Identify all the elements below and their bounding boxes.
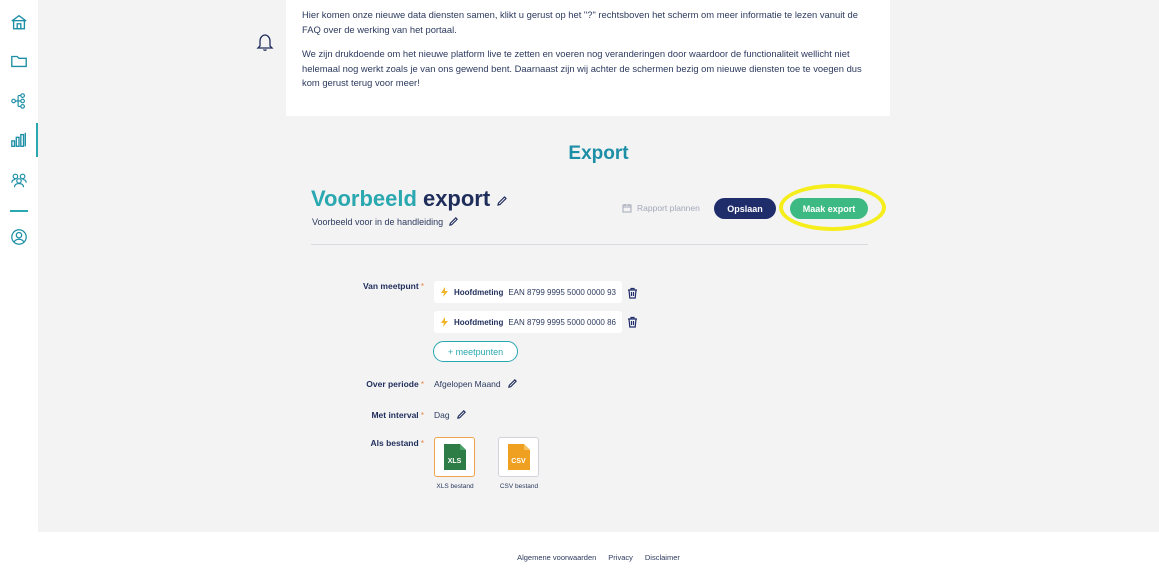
bell-icon[interactable] [256, 32, 274, 52]
periode-value: Afgelopen Maand [434, 378, 501, 389]
notice-panel: Hier komen onze nieuwe data diensten sam… [286, 0, 890, 116]
meetpunt-row: Hoofdmeting EAN 8799 9995 5000 0000 93 [434, 281, 622, 303]
xls-file-icon: XLS [443, 444, 466, 470]
required-marker: * [420, 410, 424, 420]
profile-icon[interactable] [9, 227, 29, 247]
xls-file-option[interactable]: XLS [434, 437, 475, 477]
export-subtitle: Voorbeeld voor in de handleiding [312, 216, 444, 227]
periode-value-row: Afgelopen Maand [434, 378, 518, 389]
make-export-button[interactable]: Maak export [790, 198, 868, 219]
schedule-report-label: Rapport plannen [637, 203, 700, 213]
meetpunt-ean: EAN 8799 9995 5000 0000 86 [508, 317, 616, 327]
edit-periode-pencil-icon[interactable] [507, 378, 518, 389]
main-content: Hier komen onze nieuwe data diensten sam… [38, 0, 1159, 532]
bar-chart-icon[interactable] [9, 130, 29, 150]
add-meetpunten-button[interactable]: + meetpunten [433, 341, 518, 362]
export-subtitle-row: Voorbeeld voor in de handleiding [312, 216, 459, 227]
save-button[interactable]: Opslaan [714, 198, 776, 219]
footer: Algemene voorwaarden Privacy Disclaimer [0, 553, 1159, 562]
interval-value: Dag [434, 409, 450, 420]
required-marker: * [420, 281, 424, 291]
calendar-icon [622, 204, 632, 213]
bestand-label-text: Als bestand [370, 438, 419, 448]
footer-link-terms[interactable]: Algemene voorwaarden [517, 553, 596, 562]
meetpunt-ean: EAN 8799 9995 5000 0000 93 [508, 287, 616, 297]
folder-icon[interactable] [9, 51, 29, 71]
meetpunt-label: Van meetpunt * [294, 281, 424, 291]
lightning-icon [441, 317, 448, 327]
required-marker: * [420, 438, 424, 448]
footer-link-privacy[interactable]: Privacy [608, 553, 633, 562]
lightning-icon [441, 287, 448, 297]
schedule-report-link[interactable]: Rapport plannen [622, 203, 700, 213]
page-title: Export [568, 143, 629, 164]
trash-icon[interactable] [627, 287, 638, 299]
interval-label: Met interval * [294, 410, 424, 420]
users-icon[interactable] [9, 170, 29, 190]
csv-file-icon: CSV [507, 444, 530, 470]
required-marker: * [420, 379, 424, 389]
sidebar [0, 0, 38, 568]
edit-interval-pencil-icon[interactable] [456, 409, 467, 420]
csv-icon-text: CSV [511, 458, 526, 465]
meetpunt-type: Hoofdmeting [454, 317, 504, 327]
sidebar-divider [10, 210, 28, 212]
meetpunt-label-text: Van meetpunt [362, 281, 419, 291]
edit-title-pencil-icon[interactable] [496, 195, 508, 207]
notice-paragraph-1: Hier komen onze nieuwe data diensten sam… [302, 9, 858, 35]
csv-file-option[interactable]: CSV [498, 437, 539, 477]
csv-file-label: CSV bestand [499, 483, 539, 490]
xls-file-label: XLS bestand [436, 483, 474, 490]
meetpunt-row: Hoofdmeting EAN 8799 9995 5000 0000 86 [434, 311, 622, 333]
xls-icon-text: XLS [447, 458, 462, 465]
export-title-word-2: export [422, 186, 491, 211]
interval-label-text: Met interval [371, 410, 419, 420]
footer-link-disclaimer[interactable]: Disclaimer [645, 553, 680, 562]
hierarchy-icon[interactable] [9, 91, 29, 111]
home-icon[interactable] [9, 12, 29, 32]
trash-icon[interactable] [627, 316, 638, 328]
interval-value-row: Dag [434, 409, 467, 420]
export-title: Voorbeeld export [311, 186, 508, 212]
notice-paragraph-2: We zijn drukdoende om het nieuwe platfor… [302, 48, 862, 88]
periode-label-text: Over periode [366, 379, 419, 389]
edit-subtitle-pencil-icon[interactable] [448, 216, 459, 227]
meetpunt-type: Hoofdmeting [454, 287, 504, 297]
divider [311, 244, 868, 245]
export-title-word-1: Voorbeeld [311, 186, 417, 211]
bestand-label: Als bestand * [294, 438, 425, 448]
periode-label: Over periode * [294, 379, 424, 389]
